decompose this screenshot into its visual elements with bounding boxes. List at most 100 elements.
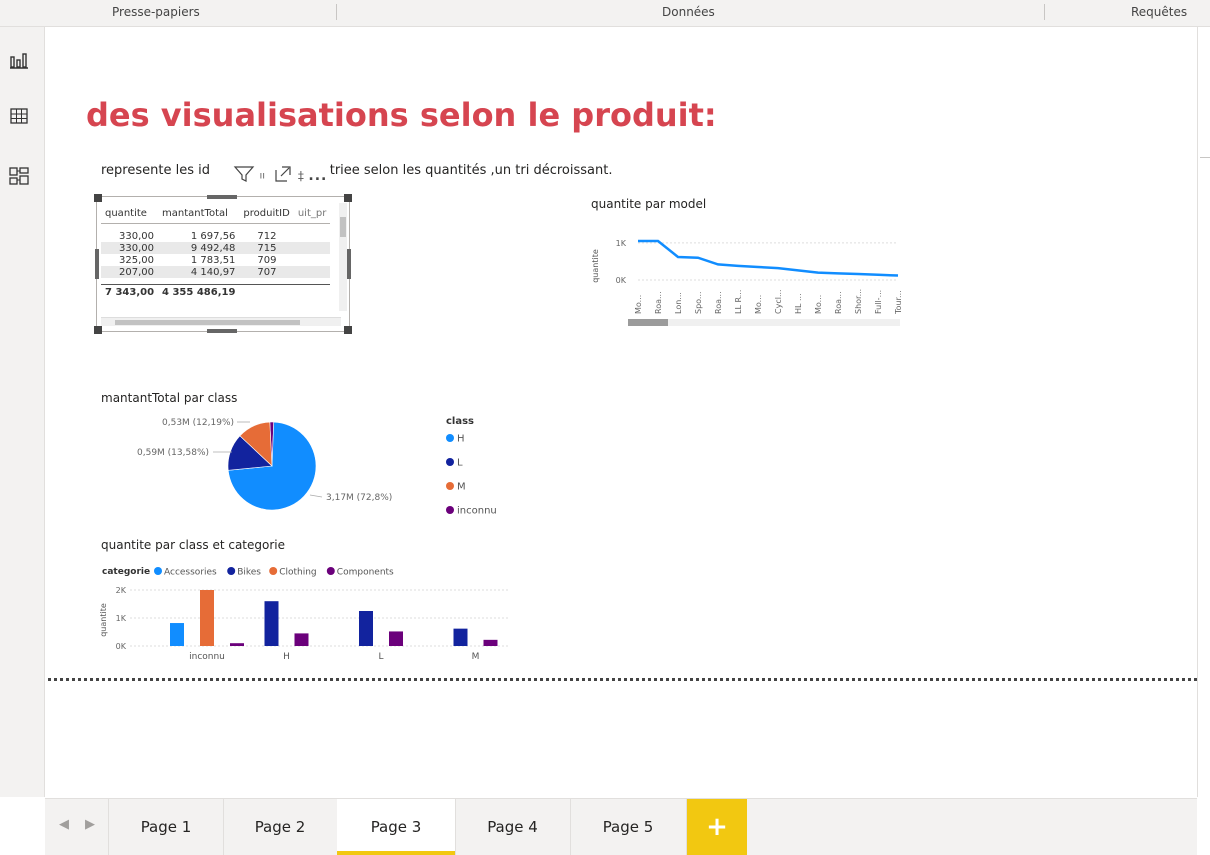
add-page-button[interactable]: + <box>687 799 747 855</box>
pie-chart[interactable]: 0,53M (12,19%) 0,59M (13,58%) 3,17M (72,… <box>100 410 520 520</box>
tab-page-4[interactable]: Page 4 <box>455 799 571 855</box>
total-cell: 4 355 486,19 <box>158 284 240 299</box>
table-cell: 1 783,51 <box>190 254 236 266</box>
text-box-description[interactable]: represente les id luits triee selon les … <box>101 163 612 178</box>
legend-label[interactable]: Bikes <box>237 568 261 578</box>
table-row[interactable]: 330,00 1 697,56 712 <box>101 230 330 242</box>
focus-mode-icon[interactable] <box>273 164 293 188</box>
chart-scrollbar[interactable] <box>628 319 900 326</box>
table-visual[interactable]: quantite mantantTotal produitID uit_pr 3… <box>94 194 352 334</box>
legend-marker <box>227 567 236 575</box>
column-header[interactable]: produitID <box>239 203 294 224</box>
table-row[interactable]: 330,00 9 492,48 715 <box>101 242 331 254</box>
legend-marker <box>446 506 454 514</box>
pie-chart-title: mantantTotal par class <box>101 391 238 405</box>
ribbon-group-clipboard: Presse-papiers <box>112 5 200 19</box>
x-tick-label: Roa... <box>714 291 723 314</box>
x-tick-label: Cycl... <box>774 289 783 314</box>
table-cell: 712 <box>257 230 277 242</box>
report-view-icon[interactable] <box>8 49 30 71</box>
legend-label[interactable]: Clothing <box>279 568 316 578</box>
bar-l-components[interactable] <box>389 631 403 646</box>
table-cell: 709 <box>257 254 277 266</box>
tab-page-5[interactable]: Page 5 <box>570 799 687 855</box>
table-row[interactable]: 325,00 1 783,51 709 <box>101 254 330 266</box>
legend-marker <box>269 567 278 575</box>
resize-handle[interactable] <box>207 329 237 333</box>
table-row[interactable]: 207,00 4 140,97 707 <box>101 266 331 278</box>
next-page-arrow-icon[interactable]: ▶ <box>85 817 95 832</box>
resize-handle[interactable] <box>344 194 352 202</box>
y-tick-label: 2K <box>116 586 127 595</box>
x-tick-label: Roa... <box>654 291 663 314</box>
x-tick-label: Mo... <box>634 295 643 314</box>
y-tick-label: 0K <box>116 642 127 651</box>
model-view-icon[interactable] <box>8 165 30 187</box>
resize-handle[interactable] <box>95 249 99 279</box>
scrollbar-thumb[interactable] <box>340 217 346 237</box>
table-cell: 1 697,56 <box>190 230 236 242</box>
x-tick-label: L <box>378 652 383 662</box>
x-tick-label: Roa... <box>834 291 843 314</box>
bar-h-components[interactable] <box>294 633 309 646</box>
y-axis-label: quantite <box>100 603 108 637</box>
legend-title: class <box>446 416 474 427</box>
x-tick-label: Full-... <box>874 290 883 314</box>
table-horizontal-scrollbar[interactable] <box>101 317 341 326</box>
table-cell: 207,00 <box>101 266 159 278</box>
resize-handle[interactable] <box>94 326 102 334</box>
chart-scrollbar-thumb[interactable] <box>628 319 668 326</box>
x-tick-label: Spo... <box>694 291 703 314</box>
tab-page-3[interactable]: Page 3 <box>337 799 456 855</box>
legend-label[interactable]: M <box>457 482 466 493</box>
table-total-row: 7 343,00 4 355 486,19 <box>101 284 331 299</box>
legend-title: categorie <box>102 567 150 577</box>
x-tick-label: inconnu <box>189 652 225 662</box>
ribbon-separator <box>1044 4 1045 20</box>
page-break-line <box>48 678 1197 681</box>
column-header[interactable]: uit_pr <box>293 203 331 224</box>
bar-m-bikes[interactable] <box>453 628 468 646</box>
resize-handle[interactable] <box>347 249 351 279</box>
legend-marker <box>446 458 454 466</box>
column-header[interactable]: mantantTotal <box>158 203 240 224</box>
x-tick-label: Mo... <box>814 295 823 314</box>
total-cell: 7 343,00 <box>101 284 159 299</box>
bar-inconnu-accessories[interactable] <box>170 623 184 646</box>
resize-handle[interactable] <box>207 195 237 199</box>
description-text-end: luits triee selon les quantités ,un tri … <box>298 163 613 178</box>
data-label: 0,59M (13,58%) <box>137 448 209 458</box>
table-vertical-scrollbar[interactable] <box>339 203 347 311</box>
tab-page-2[interactable]: Page 2 <box>223 799 338 855</box>
column-header[interactable]: quantite <box>101 203 159 224</box>
previous-page-arrow-icon[interactable]: ◀ <box>59 817 69 832</box>
more-options-button[interactable]: ... <box>308 168 327 184</box>
legend-label[interactable]: H <box>457 434 465 445</box>
bar-chart[interactable]: categorie Accessories Bikes Clothing Compon… <box>100 560 520 665</box>
resize-handle[interactable] <box>94 194 102 202</box>
resize-handle[interactable] <box>344 326 352 334</box>
bar-l-bikes[interactable] <box>359 611 373 646</box>
bar-inconnu-components[interactable] <box>230 643 244 646</box>
ribbon-group-bar: Presse-papiers Données Requêtes <box>0 0 1210 27</box>
right-pane-edge <box>1197 27 1210 797</box>
data-view-icon[interactable] <box>8 105 30 127</box>
visual-header-toolbar: ıı ‡ ... <box>233 164 328 188</box>
legend-label[interactable]: Accessories <box>164 568 217 578</box>
legend-label[interactable]: L <box>457 458 463 469</box>
filter-icon[interactable] <box>233 164 255 188</box>
line-chart[interactable]: quantite 1K 0K Mo... Roa... Lon... Spo... Roa… <box>586 218 906 328</box>
legend-label[interactable]: inconnu <box>457 506 497 517</box>
x-tick-label: Mo... <box>754 295 763 314</box>
legend-label[interactable]: Components <box>337 568 394 578</box>
tab-page-1[interactable]: Page 1 <box>109 799 224 855</box>
legend-marker <box>154 567 162 575</box>
x-tick-label: Shor... <box>854 289 863 314</box>
scrollbar-thumb[interactable] <box>115 320 300 325</box>
bar-h-bikes[interactable] <box>264 601 279 646</box>
ribbon-separator <box>336 4 337 20</box>
page-title: des visualisations selon le produit: <box>86 96 717 134</box>
series-line[interactable] <box>638 239 899 277</box>
bar-inconnu-clothing[interactable] <box>200 590 214 646</box>
bar-m-components[interactable] <box>483 639 498 646</box>
